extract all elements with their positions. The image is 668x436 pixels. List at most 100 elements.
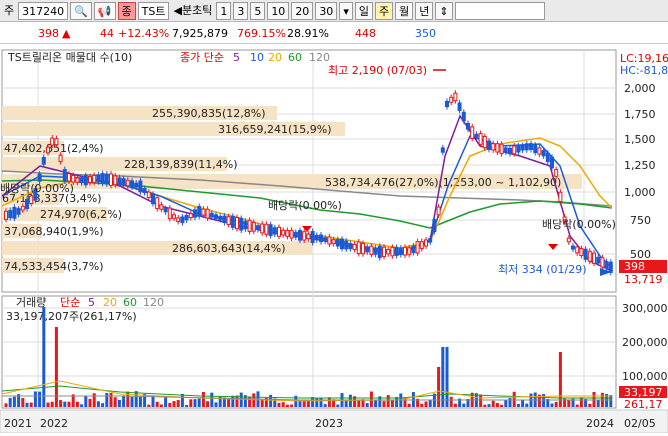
volume-bar xyxy=(67,401,71,407)
low-note: 최저 334 (01/29) xyxy=(498,263,587,276)
candle xyxy=(79,178,84,184)
volume-bar xyxy=(193,399,197,407)
candle xyxy=(575,246,580,254)
candle xyxy=(8,210,13,219)
period-3[interactable]: 3 xyxy=(233,1,249,20)
vol-ma20: 20 xyxy=(103,296,117,309)
candle xyxy=(172,214,176,219)
period-5[interactable]: 5 xyxy=(250,1,266,20)
volume-bar xyxy=(554,401,558,407)
candle xyxy=(503,147,508,153)
volume-bar xyxy=(344,401,348,407)
volume-bar xyxy=(369,391,373,407)
quote-bar: 398 ▲ 44 +12.43% 7,925,879 769.15% 28.91… xyxy=(0,24,668,44)
candle xyxy=(104,173,109,185)
volume-bar xyxy=(508,398,512,407)
candle xyxy=(545,152,550,163)
candle xyxy=(445,100,449,108)
candle xyxy=(193,209,197,218)
volume-bar xyxy=(479,394,483,407)
candle xyxy=(340,238,344,250)
candle xyxy=(251,221,256,232)
chart-svg[interactable]: 255,390,835(12,8%) 316,659,241(15,9%) 47… xyxy=(0,46,668,434)
volume-bar xyxy=(8,397,12,407)
candle xyxy=(176,217,181,222)
candle xyxy=(369,245,374,255)
volume-bar xyxy=(491,400,495,407)
candle xyxy=(62,169,67,182)
period-1[interactable]: 1 xyxy=(216,1,232,20)
volume-bar xyxy=(311,397,315,407)
volume-bar xyxy=(504,400,508,407)
year-button[interactable]: 년 xyxy=(415,1,434,20)
minute-tick-label[interactable]: ◀분초틱 xyxy=(171,2,214,20)
candle xyxy=(268,224,273,237)
candle xyxy=(67,173,71,182)
volume-bar xyxy=(588,403,592,407)
vol-current-sub: 261,17 xyxy=(624,398,663,411)
stock-name: TS트 xyxy=(137,1,170,20)
volume-bar xyxy=(487,404,491,407)
volume-bar xyxy=(176,400,180,407)
period-dropdown[interactable]: ▾ xyxy=(339,1,353,20)
candle xyxy=(411,245,416,254)
candle xyxy=(566,237,571,243)
candle xyxy=(453,92,458,102)
code-input[interactable]: 317240 xyxy=(18,1,69,20)
speaker-icon[interactable]: 📢 xyxy=(93,1,116,20)
candle xyxy=(344,240,349,250)
period-10[interactable]: 10 xyxy=(267,1,290,20)
vp-label-4: 228,139,839(11,4%) xyxy=(124,158,238,171)
volume-bar xyxy=(521,400,525,407)
period-30[interactable]: 30 xyxy=(315,1,338,20)
search-icon[interactable]: 🔍 xyxy=(70,1,92,20)
day-button[interactable]: 일 xyxy=(354,1,373,20)
volume-bar xyxy=(500,404,504,407)
volume-bar xyxy=(180,393,184,407)
volume-bar xyxy=(374,400,378,407)
month-button[interactable]: 월 xyxy=(395,1,414,20)
candle xyxy=(571,245,575,250)
volume-bar xyxy=(285,404,289,407)
candle xyxy=(436,206,441,216)
volume-bar xyxy=(206,401,210,407)
quote-v1: 448 xyxy=(355,27,376,40)
candle xyxy=(466,122,470,130)
volume-bar xyxy=(558,352,562,407)
volume-bar xyxy=(483,404,487,407)
sort-arrows-icon[interactable]: ⇕ xyxy=(435,1,453,20)
extra-input[interactable] xyxy=(454,1,545,20)
candle xyxy=(201,208,206,216)
volume-bar xyxy=(117,399,121,407)
candle xyxy=(159,204,164,210)
candle xyxy=(138,180,143,193)
legend-name: TS트릴리온 매물대 수(10) xyxy=(7,51,132,64)
chart-area[interactable]: 255,390,835(12,8%) 316,659,241(15,9%) 47… xyxy=(0,46,668,434)
week-button[interactable]: 주 xyxy=(374,1,394,20)
candle xyxy=(41,156,46,165)
stock-badge[interactable]: 종 xyxy=(117,1,136,20)
volume-bar xyxy=(516,403,520,407)
candle xyxy=(293,231,298,238)
candle xyxy=(512,145,517,155)
candle xyxy=(117,177,122,185)
period-20[interactable]: 20 xyxy=(291,1,314,20)
tick-1500: 1,500 xyxy=(624,133,656,146)
chart-type-label[interactable]: 주 xyxy=(2,2,16,20)
volume-bar xyxy=(441,347,445,407)
candle xyxy=(205,208,210,219)
candle xyxy=(235,217,239,230)
candle xyxy=(29,195,34,204)
ma120-label: 120 xyxy=(309,51,330,64)
candle xyxy=(407,247,412,255)
volume-bar xyxy=(29,402,33,407)
candle xyxy=(596,256,601,264)
tick-1000: 1,000 xyxy=(624,186,656,199)
candle xyxy=(424,239,428,247)
volume-bar xyxy=(579,397,583,407)
candle xyxy=(600,257,605,268)
vol-tick-300000: 300,000 xyxy=(622,302,668,315)
ma60-label: 60 xyxy=(288,51,302,64)
volume-bar xyxy=(437,367,441,407)
volume-bar xyxy=(143,393,147,407)
